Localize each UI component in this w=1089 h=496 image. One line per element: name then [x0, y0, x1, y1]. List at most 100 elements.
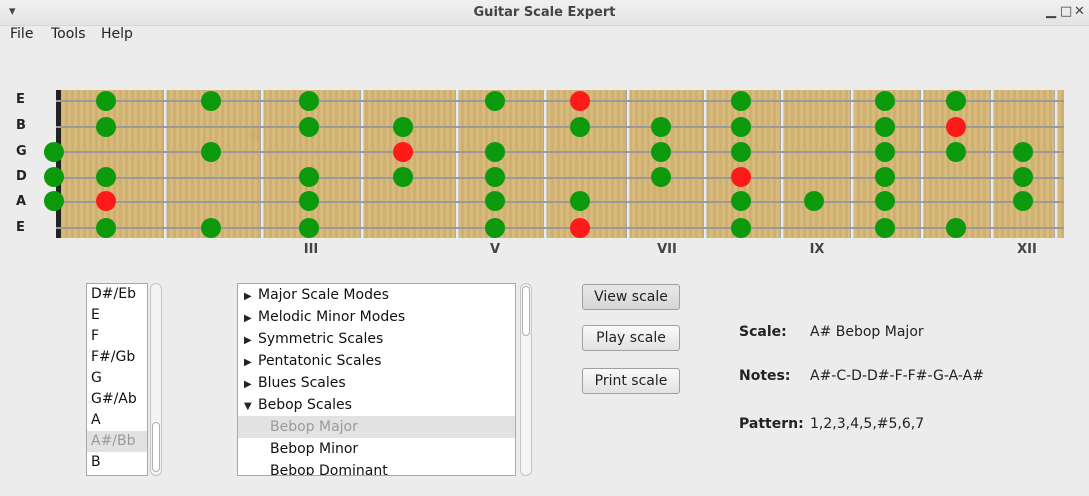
notes-label: Notes:: [739, 368, 791, 384]
print-scale-button[interactable]: Print scale: [582, 368, 680, 394]
fretboard-wood: [56, 90, 1064, 238]
note-dot: [875, 142, 895, 162]
root-note-dot: [393, 142, 413, 162]
list-item[interactable]: F: [87, 326, 147, 347]
note-dot: [651, 142, 671, 162]
note-dot: [201, 142, 221, 162]
tree-item-label: Pentatonic Scales: [258, 353, 382, 369]
note-dot: [96, 167, 116, 187]
note-dot: [1013, 167, 1033, 187]
play-scale-button[interactable]: Play scale: [582, 325, 680, 351]
fret-5: [543, 90, 547, 238]
expand-arrow-icon[interactable]: ▶: [244, 308, 258, 330]
scale-label: Scale:: [739, 324, 787, 340]
tree-item-label: Blues Scales: [258, 375, 346, 391]
list-item[interactable]: G#/Ab: [87, 389, 147, 410]
note-dot: [485, 142, 505, 162]
tree-group-blues-scales[interactable]: ▶ Blues Scales: [238, 372, 515, 394]
tree-group-pentatonic-scales[interactable]: ▶ Pentatonic Scales: [238, 350, 515, 372]
tree-group-melodic-minor-modes[interactable]: ▶ Melodic Minor Modes: [238, 306, 515, 328]
root-note-list[interactable]: D#/Eb E F F#/Gb G G#/Ab A A#/Bb B: [86, 283, 148, 476]
note-dot: [299, 91, 319, 111]
collapse-arrow-icon[interactable]: ▼: [244, 396, 258, 418]
fret-7: [703, 90, 707, 238]
tree-item-label: Symmetric Scales: [258, 331, 384, 347]
string-label-d: D: [16, 169, 27, 184]
root-note-dot: [946, 117, 966, 137]
scale-tree[interactable]: ▶ Major Scale Modes ▶ Melodic Minor Modes …: [237, 283, 516, 476]
list-item[interactable]: E: [87, 305, 147, 326]
note-dot: [875, 191, 895, 211]
note-dot: [44, 167, 64, 187]
list-item[interactable]: D#/Eb: [87, 284, 147, 305]
note-dot: [731, 191, 751, 211]
list-item[interactable]: B: [87, 452, 147, 473]
note-dot: [875, 117, 895, 137]
note-dot: [731, 142, 751, 162]
string-label-low-e: E: [16, 220, 25, 235]
position-marker-7: VII: [657, 242, 677, 257]
fretboard[interactable]: [56, 90, 1064, 238]
tree-item-label: Bebop Scales: [258, 397, 352, 413]
maximize-icon[interactable]: □: [1060, 4, 1072, 19]
minimize-icon[interactable]: ▁: [1046, 4, 1056, 19]
note-dot: [485, 91, 505, 111]
note-dot: [44, 191, 64, 211]
note-dot: [96, 218, 116, 238]
root-note-dot: [731, 167, 751, 187]
note-dot: [946, 91, 966, 111]
root-note-scrollbar[interactable]: [150, 283, 162, 476]
root-note-dot: [570, 218, 590, 238]
note-dot: [875, 167, 895, 187]
position-marker-3: III: [303, 242, 319, 257]
root-note-dot: [570, 91, 590, 111]
menu-help[interactable]: Help: [101, 26, 133, 42]
note-dot: [731, 218, 751, 238]
scrollbar-thumb[interactable]: [522, 286, 530, 336]
note-dot: [485, 167, 505, 187]
tree-group-major-scale-modes[interactable]: ▶ Major Scale Modes: [238, 284, 515, 306]
tree-group-bebop-scales[interactable]: ▼ Bebop Scales: [238, 394, 515, 416]
expand-arrow-icon[interactable]: ▶: [244, 352, 258, 374]
scale-value: A# Bebop Major: [810, 324, 924, 340]
close-icon[interactable]: ✕: [1074, 4, 1085, 19]
note-dot: [946, 218, 966, 238]
title-bar: ▾ Guitar Scale Expert ▁ □ ✕: [0, 0, 1089, 26]
expand-arrow-icon[interactable]: ▶: [244, 286, 258, 308]
view-scale-button[interactable]: View scale: [582, 284, 680, 310]
tree-item-bebop-minor[interactable]: Bebop Minor: [238, 438, 515, 460]
scale-tree-scrollbar[interactable]: [520, 283, 532, 476]
note-dot: [946, 142, 966, 162]
list-item[interactable]: G: [87, 368, 147, 389]
note-dot: [804, 191, 824, 211]
fret-12: [1054, 90, 1058, 238]
expand-arrow-icon[interactable]: ▶: [244, 374, 258, 396]
string-b: [56, 126, 1064, 128]
note-dot: [875, 91, 895, 111]
tree-group-symmetric-scales[interactable]: ▶ Symmetric Scales: [238, 328, 515, 350]
note-dot: [875, 218, 895, 238]
list-item-selected[interactable]: A#/Bb: [87, 431, 147, 452]
fret-8: [780, 90, 784, 238]
list-item[interactable]: A: [87, 410, 147, 431]
position-marker-5: V: [489, 242, 501, 257]
fret-10: [920, 90, 924, 238]
tree-item-bebop-dominant[interactable]: Bebop Dominant: [238, 460, 515, 475]
root-note-dot: [96, 191, 116, 211]
note-dot: [570, 117, 590, 137]
list-item[interactable]: F#/Gb: [87, 347, 147, 368]
string-label-b: B: [16, 118, 26, 133]
note-dot: [570, 191, 590, 211]
string-d: [56, 177, 1064, 179]
string-label-high-e: E: [16, 92, 25, 107]
menu-tools[interactable]: Tools: [51, 26, 86, 42]
note-dot: [1013, 191, 1033, 211]
menu-file[interactable]: File: [10, 26, 33, 42]
note-dot: [299, 218, 319, 238]
expand-arrow-icon[interactable]: ▶: [244, 330, 258, 352]
tree-item-label: Major Scale Modes: [258, 287, 389, 303]
note-dot: [1013, 142, 1033, 162]
tree-item-bebop-major[interactable]: Bebop Major: [238, 416, 515, 438]
note-dot: [485, 218, 505, 238]
scrollbar-thumb[interactable]: [152, 422, 160, 472]
